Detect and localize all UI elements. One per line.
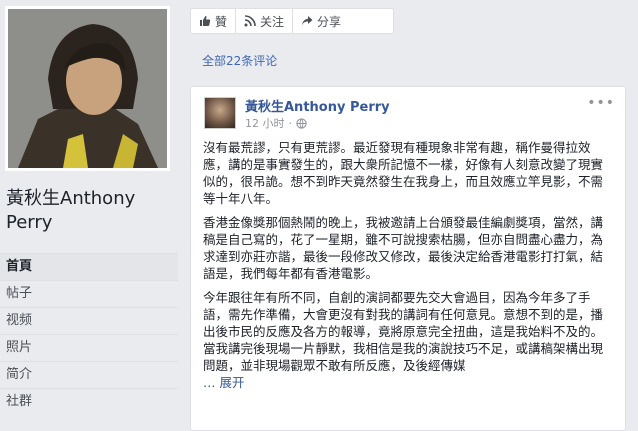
all-comments-link[interactable]: 全部22条评论 [202,52,277,69]
thumbs-up-icon [200,16,211,26]
meta-separator: · [288,116,293,130]
follow-label: 关注 [260,14,285,29]
like-label: 贊 [215,14,228,29]
post-paragraph: 沒有最荒謬，只有更荒謬。最近發現有種現象非常有趣，稱作曼得拉效應，講的是事實發生… [203,140,604,206]
nav-item-photos[interactable]: 照片 [0,334,178,361]
author-avatar[interactable] [204,97,236,129]
profile-portrait-image [8,9,167,168]
post-meta: 12 小时 · [245,115,307,131]
post-paragraph: 今年跟往年有所不同，自創的演詞都要先交大會過目，因為今年多了手語，需先作準備，大… [203,290,604,390]
nav-item-videos[interactable]: 视频 [0,307,178,334]
post-time[interactable]: 12 小时 [245,115,285,131]
profile-picture[interactable] [5,6,170,171]
see-more-link[interactable]: … 展开 [203,375,244,390]
left-sidebar: 黃秋生Anthony Perry 首頁 帖子 视频 照片 简介 社群 [0,0,180,426]
nav-item-community[interactable]: 社群 [0,388,178,415]
post-options-icon[interactable]: ••• [587,95,615,111]
share-label: 分享 [317,14,342,29]
post-card: 黃秋生Anthony Perry 12 小时 · ••• 沒有最荒謬，只有更荒謬… [190,86,626,431]
nav-item-about[interactable]: 简介 [0,361,178,388]
post-author[interactable]: 黃秋生Anthony Perry [245,96,390,115]
nav-item-home[interactable]: 首頁 [0,253,178,280]
page-action-bar: 贊 关注 分享 [190,8,394,34]
share-arrow-icon [302,16,313,26]
rss-follow-icon [244,15,256,27]
post-body: 沒有最荒謬，只有更荒謬。最近發現有種現象非常有趣，稱作曼得拉效應，講的是事實發生… [203,139,615,398]
globe-icon [296,117,307,129]
page-name[interactable]: 黃秋生Anthony Perry [6,187,176,235]
share-button[interactable]: 分享 [293,9,349,33]
page-nav: 首頁 帖子 视频 照片 简介 社群 [0,253,178,415]
post-paragraph: 香港金像獎那個熱鬧的晚上，我被邀請上台頒發最佳編劇獎項，當然，講稿是自己寫的，花… [203,215,604,281]
follow-button[interactable]: 关注 [236,9,294,33]
nav-item-posts[interactable]: 帖子 [0,280,178,307]
like-button[interactable]: 贊 [191,9,237,33]
